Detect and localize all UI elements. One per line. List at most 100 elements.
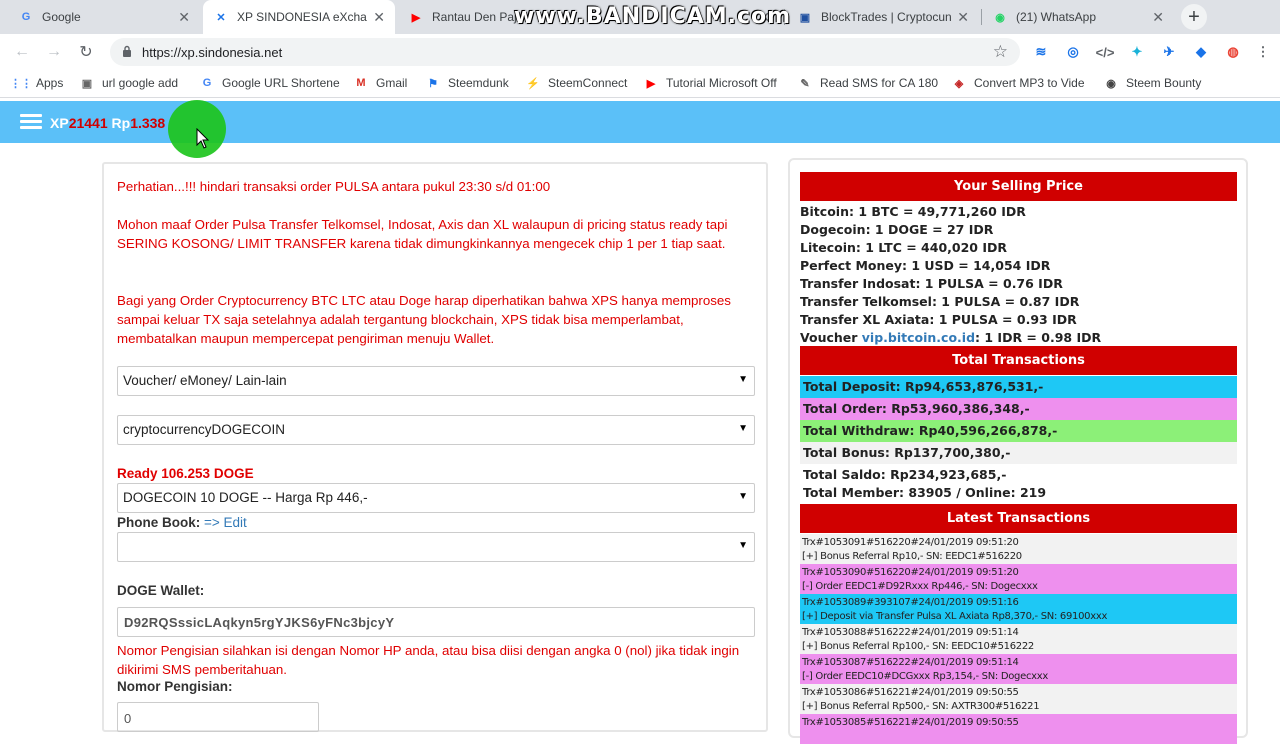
tab-title: (21) WhatsApp (1016, 10, 1097, 24)
close-icon[interactable]: ✕ (373, 9, 385, 26)
trx-detail: [+] Deposit via Transfer Pulsa XL Axiata… (802, 611, 1108, 622)
xp-label: XP (50, 115, 69, 131)
trx-id: Trx#1053090#516220#24/01/2019 09:51:20 (802, 567, 1019, 578)
select-value: Voucher/ eMoney/ Lain-lain (123, 373, 287, 388)
extension-icon[interactable]: ✦ (1128, 43, 1146, 61)
close-icon[interactable]: ✕ (1152, 9, 1164, 26)
phonebook-label: Phone Book: => Edit (117, 515, 247, 530)
trx-id: Trx#1053085#516221#24/01/2019 09:50:55 (802, 717, 1019, 728)
bookmark-tutorial[interactable]: ▶ Tutorial Microsoft Off (644, 76, 777, 90)
bookmark-url-google-add[interactable]: ▣ url google add (80, 76, 178, 90)
trx-id: Trx#1053086#516221#24/01/2019 09:50:55 (802, 687, 1019, 698)
new-tab-button[interactable]: + (1181, 4, 1207, 30)
price-line: Transfer Telkomsel: 1 PULSA = 0.87 IDR (800, 294, 1080, 309)
bookmark-star-icon[interactable]: ☆ (993, 42, 1008, 62)
rp-value: 1.338 (130, 115, 166, 131)
total-order: Total Order: Rp53,960,386,348,- (800, 398, 1237, 420)
reload-icon[interactable]: ↻ (76, 42, 96, 62)
mouse-pointer-icon (196, 128, 210, 149)
trx-detail: [+] Bonus Referral Rp500,- SN: AXTR300#5… (802, 701, 1040, 712)
notice-text: Perhatian...!!! hindari transaksi order … (117, 179, 551, 194)
tab-whatsapp[interactable]: ◉ (21) WhatsApp ✕ (982, 0, 1174, 34)
latest-transactions-heading: Latest Transactions (800, 504, 1237, 533)
total-deposit: Total Deposit: Rp94,653,876,531,- (800, 376, 1237, 398)
bookmark-gmail[interactable]: M Gmail (354, 76, 407, 90)
dropdown-arrow-icon: ▼ (738, 423, 748, 434)
bookmark-label: Gmail (376, 76, 408, 90)
address-bar[interactable]: https://xp.sindonesia.net ☆ (110, 38, 1020, 66)
tab-blocktrades[interactable]: ▣ BlockTrades | Cryptocun ✕ (787, 0, 979, 34)
dropdown-arrow-icon: ▼ (738, 374, 748, 385)
tab-title: BlockTrades | Cryptocun (821, 10, 952, 24)
bookmark-apps[interactable]: ⋮⋮ Apps (10, 76, 64, 90)
extension-icon[interactable]: ◎ (1064, 43, 1082, 61)
total-transactions-heading: Total Transactions (800, 346, 1237, 375)
forward-icon[interactable]: → (44, 42, 64, 62)
back-icon[interactable]: ← (12, 42, 32, 62)
xp-icon: ✕ (216, 11, 226, 24)
tab-title: XP SINDONESIA eXchan (237, 10, 368, 24)
transaction-row: Trx#1053086#516221#24/01/2019 09:50:55 [+… (800, 684, 1237, 714)
price-line: Perfect Money: 1 USD = 14,054 IDR (800, 258, 1051, 273)
extension-icon[interactable]: ≋ (1032, 43, 1050, 61)
product-select[interactable]: cryptocurrencyDOGECOIN ▼ (117, 415, 755, 445)
bookmark-steemconnect[interactable]: ⚡ SteemConnect (526, 76, 627, 90)
wallet-label: DOGE Wallet: (117, 583, 205, 598)
order-form-panel: Perhatian...!!! hindari transaksi order … (102, 162, 768, 732)
diamond-icon[interactable]: ◆ (1192, 43, 1210, 61)
youtube-icon: ▶ (411, 11, 421, 24)
notice-text: Mohon maaf Order Pulsa Transfer Telkomse… (117, 217, 728, 251)
trx-id: Trx#1053091#516220#24/01/2019 09:51:20 (802, 537, 1019, 548)
stats-panel: Your Selling Price Bitcoin: 1 BTC = 49,7… (788, 158, 1248, 744)
tab-google[interactable]: G Google ✕ (8, 0, 200, 34)
select-value: DOGECOIN 10 DOGE -- Harga Rp 446,- (123, 490, 368, 505)
transaction-row: Trx#1053087#516222#24/01/2019 09:51:14 [-… (800, 654, 1237, 684)
voucher-suffix: : 1 IDR = 0.98 IDR (975, 330, 1102, 345)
bookmark-read-sms[interactable]: ✎ Read SMS for CA 180 (798, 76, 938, 90)
price-line: Dogecoin: 1 DOGE = 27 IDR (800, 222, 994, 237)
bookmark-google-url[interactable]: G Google URL Shortene (200, 76, 340, 90)
trx-id: Trx#1053088#516222#24/01/2019 09:51:14 (802, 627, 1019, 638)
plane-icon[interactable]: ✈ (1160, 43, 1178, 61)
bookmark-convert-mp3[interactable]: ◈ Convert MP3 to Vide (952, 76, 1085, 90)
voucher-link[interactable]: vip.bitcoin.co.id (862, 330, 975, 345)
apps-grid-icon: ⋮⋮ (10, 77, 32, 90)
bookmark-label: Convert MP3 to Vide (974, 76, 1085, 90)
hamburger-menu-icon[interactable] (20, 114, 42, 130)
wallet-input[interactable]: D92RQSssicLAqkyn5rgYJKS6yFNc3bjcyY (117, 607, 755, 637)
transaction-row: Trx#1053091#516220#24/01/2019 09:51:20 [+… (800, 534, 1237, 564)
tab-xp-sindonesia[interactable]: ✕ XP SINDONESIA eXchan ✕ (203, 0, 395, 34)
selling-price-heading: Your Selling Price (800, 172, 1237, 201)
ready-stock-label: Ready 106.253 DOGE (117, 466, 254, 481)
package-select[interactable]: DOGECOIN 10 DOGE -- Harga Rp 446,- ▼ (117, 483, 755, 513)
price-line: Transfer XL Axiata: 1 PULSA = 0.93 IDR (800, 312, 1077, 327)
bookmark-steem-bounty[interactable]: ◉ Steem Bounty (1104, 76, 1201, 90)
menu-icon[interactable]: ⋮ (1254, 43, 1272, 61)
bookmark-label: Apps (36, 76, 64, 90)
nomor-input[interactable]: 0 (117, 702, 319, 732)
chrome-icon[interactable]: ◍ (1224, 43, 1242, 61)
bookmarks-bar: ⋮⋮ Apps ▣ url google add G Google URL Short… (0, 70, 1280, 98)
transaction-row: Trx#1053088#516222#24/01/2019 09:51:14 [+… (800, 624, 1237, 654)
steem-bounty-icon: ◉ (1106, 77, 1116, 90)
bookmark-label: Tutorial Microsoft Off (666, 76, 777, 90)
lock-icon (123, 45, 131, 57)
bookmark-steemdunk[interactable]: ⚑ Steemdunk (426, 76, 509, 90)
close-icon[interactable]: ✕ (957, 9, 969, 26)
total-member: Total Member: 83905 / Online: 219 (803, 485, 1047, 500)
browser-tab-strip: G Google ✕ ✕ XP SINDONESIA eXchan ✕ ▶ Ra… (0, 0, 1280, 34)
bookmark-label: Steemdunk (448, 76, 509, 90)
category-select[interactable]: Voucher/ eMoney/ Lain-lain ▼ (117, 366, 755, 396)
phonebook-edit-link[interactable]: => Edit (204, 515, 247, 530)
google-icon: G (202, 77, 212, 89)
hint-text: Nomor Pengisian silahkan isi dengan Nomo… (117, 643, 740, 677)
phonebook-select[interactable]: ▼ (117, 532, 755, 562)
code-icon[interactable]: </> (1096, 43, 1115, 61)
bookmark-label: SteemConnect (548, 76, 628, 90)
xp-value: 21441 (68, 115, 108, 131)
dropdown-arrow-icon: ▼ (738, 491, 748, 502)
close-icon[interactable]: ✕ (178, 9, 190, 26)
total-bonus: Total Bonus: Rp137,700,380,- (800, 442, 1237, 464)
sms-icon: ✎ (800, 77, 810, 90)
price-line-voucher: Voucher vip.bitcoin.co.id: 1 IDR = 0.98 … (800, 330, 1101, 345)
